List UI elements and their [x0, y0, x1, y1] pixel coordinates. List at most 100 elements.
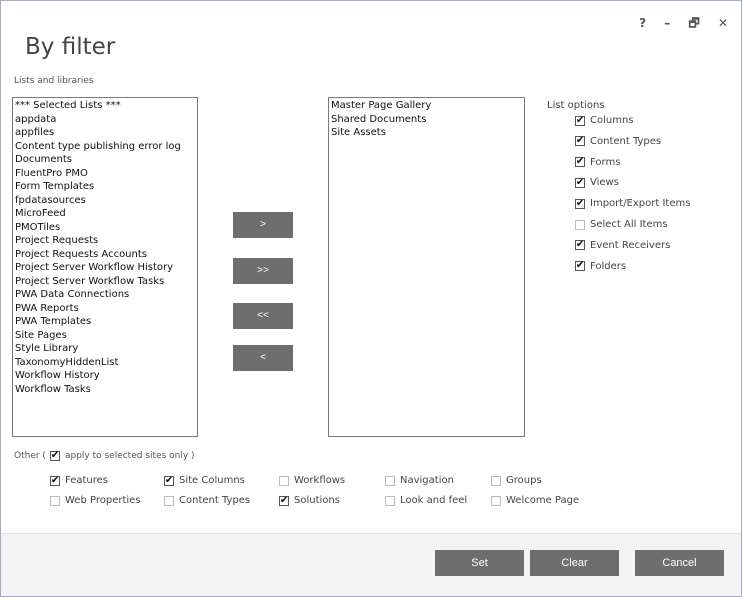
- checkbox[interactable]: ✔: [575, 240, 585, 251]
- list-item[interactable]: Style Library: [15, 342, 195, 356]
- list-option-folders[interactable]: ✔ Folders: [575, 261, 626, 272]
- list-item[interactable]: PMOTiles: [15, 221, 195, 235]
- checkbox[interactable]: ✔: [575, 198, 585, 209]
- checkbox-label: Forms: [590, 156, 621, 168]
- list-item[interactable]: PWA Data Connections: [15, 288, 195, 302]
- restore-icon[interactable]: 🗗: [688, 14, 699, 35]
- list-item[interactable]: Project Requests Accounts: [15, 248, 195, 262]
- checkbox[interactable]: [385, 475, 395, 486]
- checkbox[interactable]: [491, 495, 501, 506]
- available-lists-listbox[interactable]: *** Selected Lists *** appdata appfiles Con…: [12, 97, 198, 437]
- checkbox-label: Welcome Page: [506, 495, 580, 506]
- selected-lists-listbox[interactable]: Master Page Gallery Shared Documents Site …: [328, 97, 525, 437]
- help-icon[interactable]: ?: [639, 16, 646, 30]
- checkbox-label: Site Columns: [179, 475, 245, 486]
- checkbox[interactable]: ✔: [164, 475, 174, 486]
- add-button[interactable]: >: [233, 212, 293, 238]
- checkbox-label: Features: [65, 475, 108, 486]
- apply-selected-sites-checkbox[interactable]: ✔: [49, 451, 60, 461]
- list-item[interactable]: Content type publishing error log: [15, 140, 195, 154]
- list-item[interactable]: Shared Documents: [331, 113, 522, 127]
- list-item[interactable]: Project Requests: [15, 234, 195, 248]
- checkbox-label: Content Types: [179, 495, 251, 506]
- apply-selected-sites-label: apply to selected sites only ): [64, 451, 195, 461]
- checkbox-label: Navigation: [400, 475, 454, 486]
- list-item[interactable]: fpdatasources: [15, 194, 195, 208]
- list-item[interactable]: Site Pages: [15, 329, 195, 343]
- minimize-icon[interactable]: –: [664, 16, 670, 30]
- window-controls: ? – 🗗 ✕: [625, 14, 728, 35]
- other-option-features[interactable]: ✔ Features: [50, 475, 108, 486]
- list-option-columns[interactable]: ✔ Columns: [575, 115, 634, 126]
- checkbox[interactable]: [50, 495, 60, 506]
- other-group: Other ( ✔ apply to selected sites only ): [14, 451, 195, 461]
- other-option-workflows[interactable]: Workflows: [279, 475, 345, 486]
- checkbox-label: Columns: [590, 115, 634, 126]
- checkbox-label: Import/Export Items: [590, 198, 691, 210]
- checkbox[interactable]: [491, 475, 501, 486]
- other-option-solutions[interactable]: ✔ Solutions: [279, 495, 340, 506]
- list-item[interactable]: MicroFeed: [15, 207, 195, 221]
- list-item[interactable]: PWA Templates: [15, 315, 195, 329]
- remove-all-button[interactable]: <<: [233, 303, 293, 329]
- checkbox[interactable]: [279, 475, 289, 486]
- other-option-look-and-feel[interactable]: Look and feel: [385, 495, 467, 506]
- checkbox[interactable]: ✔: [279, 495, 289, 506]
- set-button[interactable]: Set: [435, 550, 524, 576]
- list-option-select-all-items[interactable]: Select All Items: [575, 219, 668, 230]
- remove-button[interactable]: <: [233, 345, 293, 371]
- close-icon[interactable]: ✕: [718, 16, 728, 30]
- footer-bar: [1, 533, 741, 596]
- checkbox[interactable]: ✔: [575, 261, 585, 272]
- list-option-views[interactable]: ✔ Views: [575, 177, 619, 188]
- list-item[interactable]: Master Page Gallery: [331, 99, 522, 113]
- checkbox-label: Solutions: [294, 495, 340, 506]
- checkbox[interactable]: ✔: [575, 157, 585, 168]
- list-item[interactable]: Project Server Workflow Tasks: [15, 275, 195, 289]
- checkbox[interactable]: ✔: [575, 136, 585, 147]
- list-item[interactable]: Workflow Tasks: [15, 383, 195, 397]
- list-item[interactable]: FluentPro PMO: [15, 167, 195, 181]
- other-prefix: Other (: [14, 451, 46, 461]
- checkbox-label: Groups: [506, 475, 542, 486]
- checkbox[interactable]: [575, 219, 585, 230]
- checkbox-label: Folders: [590, 260, 627, 272]
- checkbox[interactable]: [385, 495, 395, 506]
- list-item[interactable]: PWA Reports: [15, 302, 195, 316]
- other-option-welcome-page[interactable]: Welcome Page: [491, 495, 579, 506]
- list-option-event-receivers[interactable]: ✔ Event Receivers: [575, 240, 670, 251]
- list-option-content-types[interactable]: ✔ Content Types: [575, 136, 661, 147]
- other-option-content-types[interactable]: Content Types: [164, 495, 250, 506]
- lists-label: Lists and libraries: [14, 76, 94, 86]
- checkbox-label: Content Types: [590, 135, 662, 147]
- list-item[interactable]: appdata: [15, 113, 195, 127]
- checkbox-label: Views: [590, 177, 619, 189]
- checkbox-label: Event Receivers: [590, 239, 671, 251]
- checkbox[interactable]: [164, 495, 174, 506]
- checkbox-label: Look and feel: [400, 495, 468, 506]
- checkbox[interactable]: ✔: [575, 177, 585, 188]
- checkbox[interactable]: ✔: [575, 115, 585, 126]
- cancel-button[interactable]: Cancel: [635, 550, 724, 576]
- other-option-navigation[interactable]: Navigation: [385, 475, 454, 486]
- checkbox-label: Workflows: [294, 475, 346, 486]
- add-all-button[interactable]: >>: [233, 258, 293, 284]
- list-item[interactable]: Site Assets: [331, 126, 522, 140]
- list-option-import-export-items[interactable]: ✔ Import/Export Items: [575, 198, 690, 209]
- list-options-label: List options: [547, 100, 605, 111]
- other-option-groups[interactable]: Groups: [491, 475, 542, 486]
- list-item[interactable]: Documents: [15, 153, 195, 167]
- other-option-web-properties[interactable]: Web Properties: [50, 495, 141, 506]
- checkbox-label: Select All Items: [590, 219, 668, 230]
- list-item[interactable]: appfiles: [15, 126, 195, 140]
- clear-button[interactable]: Clear: [530, 550, 619, 576]
- list-item[interactable]: TaxonomyHiddenList: [15, 356, 195, 370]
- checkbox-label: Web Properties: [65, 495, 141, 506]
- list-item[interactable]: Project Server Workflow History: [15, 261, 195, 275]
- list-item[interactable]: Form Templates: [15, 180, 195, 194]
- list-item[interactable]: Workflow History: [15, 369, 195, 383]
- list-option-forms[interactable]: ✔ Forms: [575, 157, 620, 168]
- checkbox[interactable]: ✔: [50, 475, 60, 486]
- other-option-site-columns[interactable]: ✔ Site Columns: [164, 475, 245, 486]
- list-item[interactable]: *** Selected Lists ***: [15, 99, 195, 113]
